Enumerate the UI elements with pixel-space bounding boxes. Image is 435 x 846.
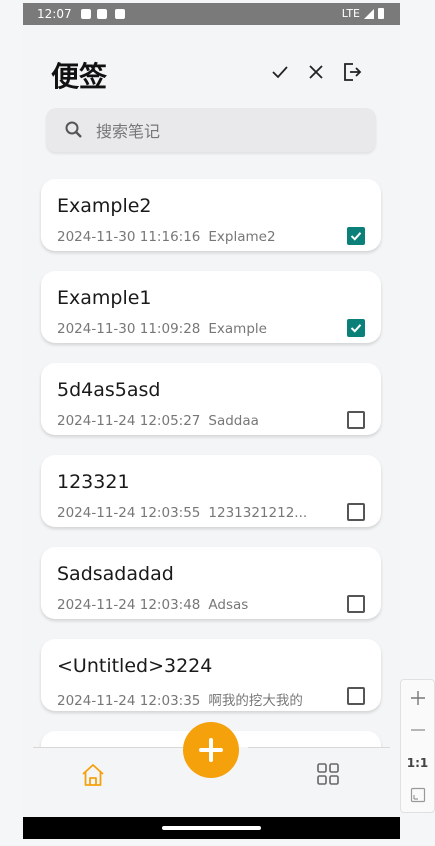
phone-screen: 12:07 LTE 便签 Example2 2024-11-30 11:16:1… xyxy=(23,3,400,839)
note-preview: Saddaa xyxy=(208,413,259,429)
categories-tab[interactable] xyxy=(315,761,341,791)
check-icon xyxy=(272,66,288,79)
emulator-zoom-panel: 1:1 xyxy=(400,679,435,813)
confirm-button[interactable] xyxy=(267,59,293,85)
note-title: 5d4as5asd xyxy=(57,379,161,401)
minus-icon xyxy=(410,729,425,731)
nav-divider xyxy=(248,747,390,748)
note-card[interactable]: Sadsadadad 2024-11-24 12:03:48 Adsas xyxy=(41,547,381,619)
close-icon xyxy=(309,65,323,79)
note-card[interactable]: <Untitled>3224 2024-11-24 12:03:35 啊我的挖大我… xyxy=(41,639,381,711)
zoom-out-button[interactable] xyxy=(401,716,434,744)
note-title: <Untitled>3224 xyxy=(57,655,213,677)
note-card[interactable]: Example2 2024-11-30 11:16:16 Explame2 xyxy=(41,179,381,251)
bottom-nav xyxy=(23,722,400,817)
network-label: LTE xyxy=(341,7,360,20)
notification-icon xyxy=(115,9,125,19)
note-checkbox[interactable] xyxy=(347,227,365,245)
search-icon xyxy=(65,121,82,138)
checkmark-icon xyxy=(350,232,362,241)
grid-icon xyxy=(317,763,339,785)
note-date: 2024-11-24 12:03:55 xyxy=(57,505,201,521)
battery-icon xyxy=(378,8,384,19)
status-time: 12:07 xyxy=(37,7,72,21)
note-preview: 啊我的挖大我的 xyxy=(208,693,303,709)
app-header: 便签 xyxy=(23,25,400,105)
status-bar: 12:07 LTE xyxy=(23,3,400,25)
add-note-button[interactable] xyxy=(183,722,239,778)
notification-icon xyxy=(97,9,107,19)
plus-icon xyxy=(199,738,223,762)
plus-icon xyxy=(410,691,425,705)
note-checkbox[interactable] xyxy=(347,687,365,705)
note-preview: Example xyxy=(208,321,267,337)
nav-divider xyxy=(33,747,183,748)
fit-screen-icon xyxy=(410,787,425,803)
cancel-button[interactable] xyxy=(303,59,329,85)
fit-screen-button[interactable] xyxy=(401,782,434,808)
note-date: 2024-11-24 12:03:48 xyxy=(57,597,201,613)
logout-icon xyxy=(344,63,362,81)
actual-size-label: 1:1 xyxy=(406,756,429,770)
checkmark-icon xyxy=(350,324,362,333)
note-meta: 2024-11-30 11:09:28 Example xyxy=(57,321,267,337)
note-preview: 1231321212... xyxy=(208,505,308,521)
status-right: LTE xyxy=(342,7,384,20)
actual-size-button[interactable]: 1:1 xyxy=(401,750,434,776)
search-bar[interactable] xyxy=(46,108,376,152)
note-date: 2024-11-30 11:09:28 xyxy=(57,321,201,337)
home-tab[interactable] xyxy=(79,761,107,793)
page-title: 便签 xyxy=(51,60,108,93)
note-date: 2024-11-24 12:05:27 xyxy=(57,413,201,429)
note-preview: Adsas xyxy=(208,597,249,613)
note-checkbox[interactable] xyxy=(347,411,365,429)
note-card[interactable]: 5d4as5asd 2024-11-24 12:05:27 Saddaa xyxy=(41,363,381,435)
note-title: Example1 xyxy=(57,287,152,309)
note-card[interactable]: 123321 2024-11-24 12:03:55 1231321212... xyxy=(41,455,381,527)
home-icon xyxy=(82,764,104,786)
notification-icon xyxy=(81,9,91,19)
note-meta: 2024-11-24 12:03:48 Adsas xyxy=(57,597,248,613)
search-input[interactable] xyxy=(94,116,358,146)
note-date: 2024-11-24 12:03:35 xyxy=(57,693,201,709)
note-meta: 2024-11-24 12:03:55 1231321212... xyxy=(57,505,307,521)
zoom-in-button[interactable] xyxy=(401,684,434,712)
note-meta: 2024-11-30 11:16:16 Explame2 xyxy=(57,229,276,245)
note-card[interactable]: Example1 2024-11-30 11:09:28 Example xyxy=(41,271,381,343)
note-title: Sadsadadad xyxy=(57,563,174,585)
note-date: 2024-11-30 11:16:16 xyxy=(57,229,201,245)
note-meta: 2024-11-24 12:05:27 Saddaa xyxy=(57,413,259,429)
note-title: Example2 xyxy=(57,195,152,217)
note-checkbox[interactable] xyxy=(347,595,365,613)
logout-button[interactable] xyxy=(339,59,365,85)
gesture-bar xyxy=(23,817,400,839)
signal-icon xyxy=(364,8,374,19)
note-meta: 2024-11-24 12:03:35 啊我的挖大我的 xyxy=(57,689,303,709)
home-indicator[interactable] xyxy=(162,826,261,830)
note-checkbox[interactable] xyxy=(347,503,365,521)
note-title: 123321 xyxy=(57,471,130,493)
note-preview: Explame2 xyxy=(208,229,276,245)
note-checkbox[interactable] xyxy=(347,319,365,337)
